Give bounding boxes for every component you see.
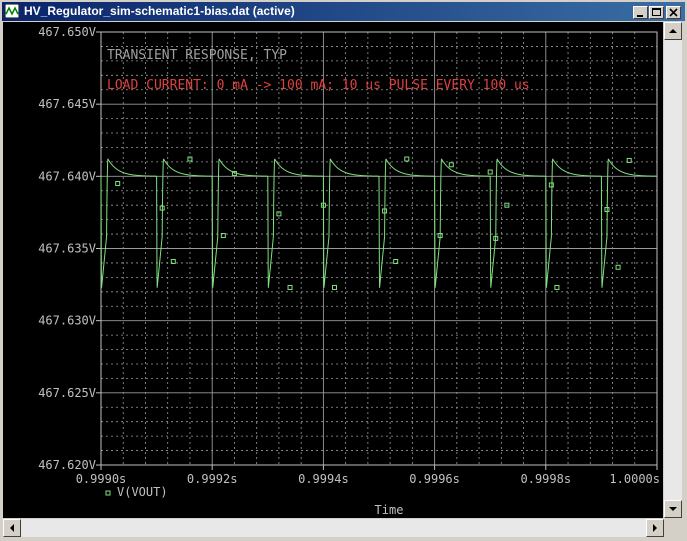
- y-tick-label: 467.630V: [38, 314, 96, 328]
- x-tick-label: 0.9998s: [521, 472, 572, 486]
- annotation-load-current: LOAD CURRENT: 0 mA -> 100 mA; 10 us PULS…: [107, 78, 530, 93]
- horizontal-scrollbar[interactable]: [3, 519, 664, 537]
- y-tick-label: 467.645V: [38, 97, 96, 111]
- x-axis-label: Time: [375, 503, 404, 517]
- scrollbar-corner: [664, 519, 682, 537]
- series-marker-vout: [487, 169, 493, 175]
- y-tick-label: 467.620V: [38, 458, 96, 472]
- minimize-button[interactable]: [633, 6, 648, 19]
- y-tick-label: 467.640V: [38, 169, 96, 183]
- scroll-right-button[interactable]: [646, 519, 664, 537]
- series-marker-vout: [448, 162, 454, 168]
- arrow-right-icon: [653, 524, 657, 532]
- x-tick-label: 0.9994s: [298, 472, 349, 486]
- series-marker-vout: [615, 264, 621, 270]
- arrow-up-icon: [669, 29, 677, 33]
- series-marker-vout: [287, 284, 293, 290]
- waveform-app-icon: [5, 4, 19, 18]
- plot-area[interactable]: 0.9990s 0.9992s 0.9994s 0.9996s 0.9998s 1.000…: [3, 22, 663, 518]
- x-tick-label: 0.9990s: [76, 472, 127, 486]
- annotation-title: TRANSIENT RESPONSE, TYP: [107, 48, 287, 63]
- title-bar[interactable]: HV_Regulator_sim-schematic1-bias.dat (ac…: [2, 2, 685, 21]
- series-marker-vout: [404, 156, 410, 162]
- waveform-chart: 0.9990s 0.9992s 0.9994s 0.9996s 0.9998s 1.000…: [38, 25, 660, 517]
- scroll-down-button[interactable]: [664, 500, 682, 518]
- minimize-icon: [637, 15, 643, 17]
- maximize-icon: [652, 8, 661, 16]
- series-marker-vout: [548, 182, 554, 188]
- y-tick-label: 467.650V: [38, 25, 96, 39]
- arrow-down-icon: [669, 507, 677, 511]
- legend-marker-vout: [105, 490, 111, 496]
- series-marker-vout: [332, 284, 338, 290]
- scroll-left-button[interactable]: [3, 519, 21, 537]
- close-button[interactable]: [666, 6, 681, 19]
- arrow-left-icon: [10, 524, 14, 532]
- legend-label-vout: V(VOUT): [117, 485, 168, 499]
- x-tick-label: 0.9992s: [187, 472, 238, 486]
- maximize-button[interactable]: [649, 6, 664, 19]
- close-icon: [669, 8, 678, 17]
- plot-window: HV_Regulator_sim-schematic1-bias.dat (ac…: [0, 0, 687, 541]
- series-line-vout: [100, 158, 657, 288]
- y-tick-label: 467.635V: [38, 242, 96, 256]
- x-tick-label: 1.0000s: [609, 472, 660, 486]
- vertical-scrollbar[interactable]: [664, 22, 682, 518]
- series-marker-vout: [115, 181, 121, 187]
- y-tick-label: 467.625V: [38, 386, 96, 400]
- scroll-up-button[interactable]: [664, 22, 682, 40]
- series-marker-vout: [554, 284, 560, 290]
- window-title: HV_Regulator_sim-schematic1-bias.dat (ac…: [24, 4, 295, 18]
- x-tick-label: 0.9996s: [409, 472, 460, 486]
